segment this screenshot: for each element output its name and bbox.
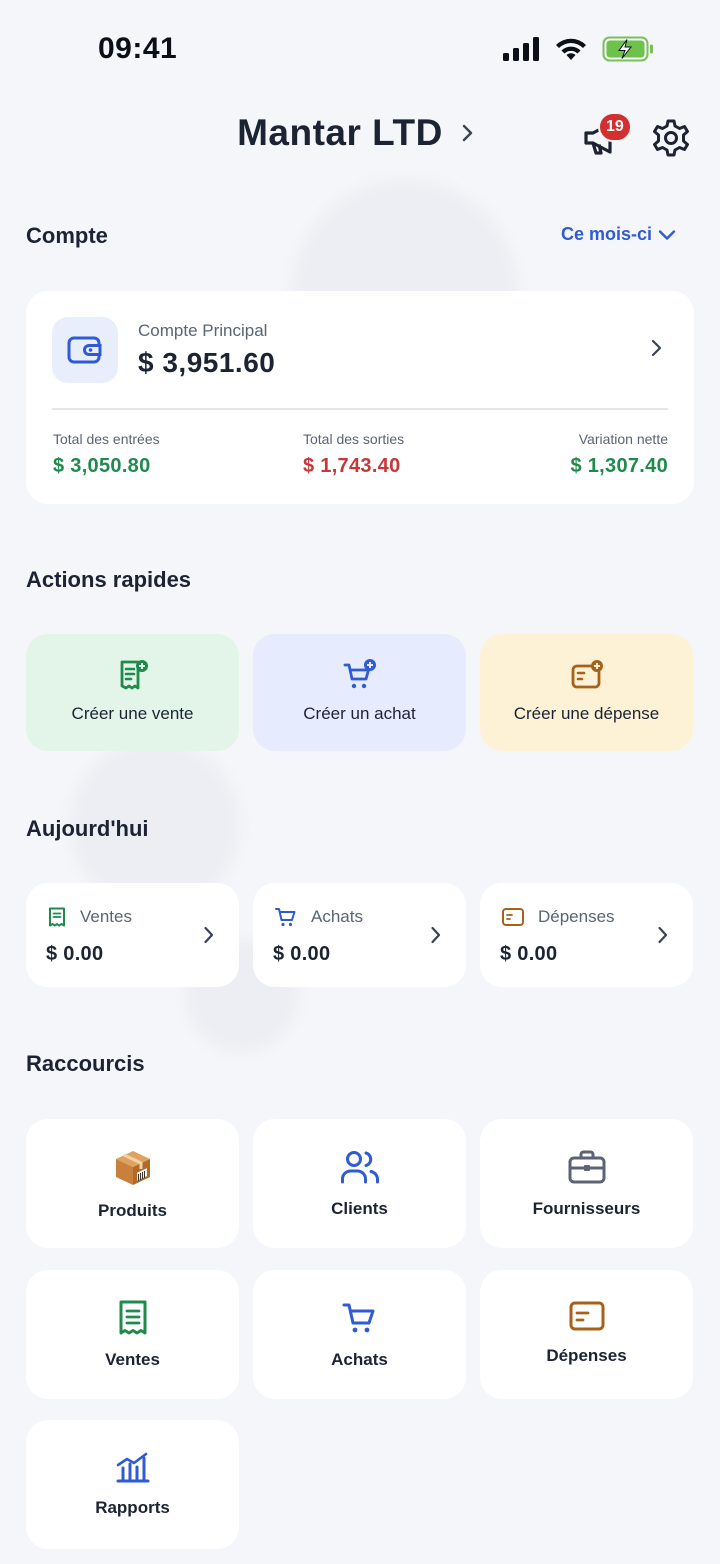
quick-action-label: Créer un achat [303, 704, 416, 723]
period-selector[interactable]: Ce mois-ci [561, 224, 676, 245]
shortcut-sales[interactable]: Ventes [26, 1270, 239, 1399]
status-time: 09:41 [98, 32, 178, 65]
today-card-value: $ 0.00 [46, 943, 104, 965]
gear-icon[interactable] [651, 118, 691, 158]
today-purchases-card[interactable]: Achats $ 0.00 [253, 883, 466, 987]
stat-value: $ 3,050.80 [53, 455, 151, 477]
shortcut-products[interactable]: Produits [26, 1119, 239, 1248]
today-card-label: Dépenses [538, 907, 615, 926]
chevron-down-icon [658, 229, 676, 240]
section-title-shortcuts: Raccourcis [26, 1051, 145, 1076]
stat-total-in: Total des entrées $ 3,050.80 [53, 431, 160, 478]
shortcut-purchases[interactable]: Achats [253, 1270, 466, 1399]
shortcut-expenses[interactable]: Dépenses [480, 1270, 693, 1399]
section-title-account: Compte [26, 223, 108, 248]
divider [52, 408, 668, 410]
shortcut-label: Dépenses [546, 1346, 627, 1365]
stat-label: Variation nette [578, 431, 668, 447]
create-purchase-button[interactable]: Créer un achat [253, 634, 466, 751]
expense-card-icon [569, 1301, 604, 1331]
receipt-add-icon [120, 660, 148, 690]
receipt-icon [119, 1300, 146, 1335]
shortcut-label: Achats [331, 1350, 388, 1369]
today-card-label: Ventes [80, 907, 132, 926]
shortcut-label: Produits [98, 1201, 167, 1220]
section-title-quick-actions: Actions rapides [26, 567, 192, 592]
today-card-value: $ 0.00 [500, 943, 558, 965]
stat-value: $ 1,743.40 [303, 455, 401, 477]
briefcase-icon [568, 1150, 605, 1184]
account-card[interactable]: Compte Principal $ 3,951.60 Total des en… [26, 291, 694, 504]
shortcut-label: Clients [331, 1199, 388, 1218]
expense-card-icon [502, 908, 524, 926]
shortcut-label: Rapports [95, 1498, 170, 1517]
battery-charging-icon [602, 36, 653, 62]
today-card-label: Achats [311, 907, 363, 926]
shortcut-clients[interactable]: Clients [253, 1119, 466, 1248]
stat-label: Total des entrées [53, 431, 160, 447]
chevron-right-icon [462, 124, 473, 142]
company-name: Mantar LTD [237, 112, 443, 153]
today-card-value: $ 0.00 [273, 943, 331, 965]
users-icon [340, 1151, 379, 1184]
notification-badge: 19 [598, 112, 632, 142]
period-label: Ce mois-ci [560, 224, 652, 244]
chevron-right-icon [651, 339, 662, 357]
company-switcher[interactable]: Mantar LTD [237, 112, 475, 154]
wifi-icon [556, 38, 586, 60]
receipt-icon [49, 907, 65, 927]
shortcut-label: Fournisseurs [532, 1199, 641, 1218]
stat-total-out: Total des sorties $ 1,743.40 [303, 431, 404, 478]
quick-action-label: Créer une dépense [513, 704, 660, 723]
create-sale-button[interactable]: Créer une vente [26, 634, 239, 751]
package-icon [115, 1151, 150, 1185]
today-sales-card[interactable]: Ventes $ 0.00 [26, 883, 239, 987]
signal-icon [503, 37, 539, 61]
expense-card-add-icon [571, 660, 603, 689]
today-expenses-card[interactable]: Dépenses $ 0.00 [480, 883, 693, 987]
stat-net-change: Variation nette $ 1,307.40 [570, 431, 668, 478]
today-card-header: Ventes [48, 907, 132, 927]
account-balance: $ 3,951.60 [138, 347, 276, 378]
shortcut-reports[interactable]: Rapports [26, 1420, 239, 1549]
chevron-right-icon [204, 926, 214, 944]
quick-action-label: Créer une vente [71, 704, 194, 723]
cart-icon [275, 908, 296, 927]
stat-label: Total des sorties [303, 431, 405, 447]
status-icons [502, 36, 654, 62]
chevron-right-icon [658, 926, 668, 944]
chevron-right-icon [431, 926, 441, 944]
account-name: Compte Principal [138, 321, 268, 340]
cart-add-icon [343, 659, 376, 689]
stat-value: $ 1,307.40 [570, 455, 668, 477]
shortcut-suppliers[interactable]: Fournisseurs [480, 1119, 693, 1248]
create-expense-button[interactable]: Créer une dépense [480, 634, 693, 751]
shortcut-label: Ventes [105, 1350, 160, 1369]
today-card-header: Achats [275, 907, 363, 927]
cart-icon [342, 1303, 374, 1333]
wallet-icon-box [52, 317, 118, 383]
wallet-icon [67, 336, 102, 364]
today-card-header: Dépenses [502, 907, 615, 927]
section-title-today: Aujourd'hui [26, 816, 149, 841]
chart-icon [116, 1452, 149, 1483]
